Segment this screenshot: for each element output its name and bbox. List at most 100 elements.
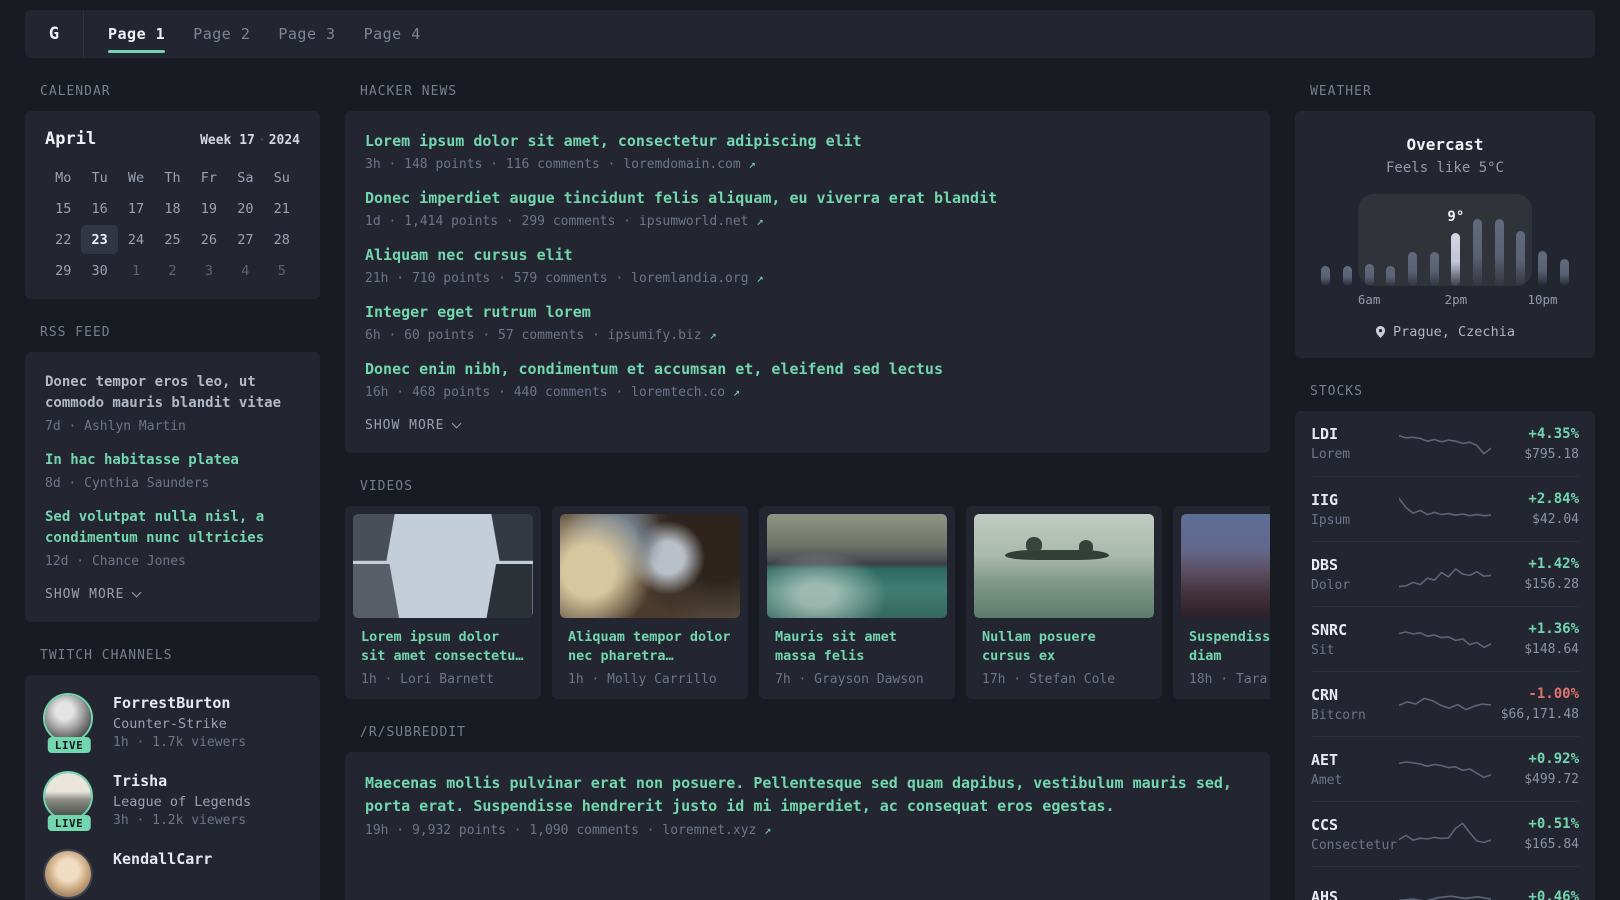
sparkline	[1399, 621, 1491, 657]
stock-values: +0.46%	[1491, 889, 1579, 900]
hn-item-title[interactable]: Aliquam nec cursus elit	[365, 245, 1250, 266]
stock-values: +2.84% $42.04	[1491, 491, 1579, 527]
hn-item-domain[interactable]: ipsumworld.net	[639, 214, 749, 229]
time-label: 2pm	[1444, 292, 1468, 307]
rss-item: Sed volutpat nulla nisl, a condimentum n…	[45, 507, 300, 569]
temp-bar-slot	[1337, 194, 1359, 286]
temp-bar-slot	[1358, 194, 1380, 286]
video-meta: 7h · Grayson Dawson	[775, 672, 924, 687]
stock-id: LDI Lorem	[1311, 425, 1399, 462]
show-more-label: SHOW MORE	[365, 418, 445, 433]
rss-item: In hac habitasse platea 8d · Cynthia Sau…	[45, 450, 300, 491]
day-header: Sa	[237, 169, 254, 186]
video-card[interactable]: Lorem ipsum dolor sit amet consectetu… 1…	[345, 506, 541, 699]
tab-page-1[interactable]: Page 1	[108, 10, 166, 58]
stock-change: +2.84%	[1528, 491, 1579, 507]
stock-price: $148.64	[1524, 642, 1579, 657]
stock-change: +0.46%	[1528, 888, 1579, 900]
stock-price: $156.28	[1524, 577, 1579, 592]
stock-name: Lorem	[1311, 447, 1351, 462]
reddit-post-title[interactable]: Maecenas mollis pulvinar erat non posuer…	[365, 772, 1250, 818]
reddit-post-meta: 19h · 9,932 points · 1,090 comments · lo…	[365, 823, 1250, 838]
weather-location: Prague, Czechia	[1311, 324, 1579, 340]
app-logo[interactable]: G	[25, 10, 83, 58]
meta-separator: ·	[615, 385, 624, 400]
twitch-channel[interactable]: LIVE ForrestBurton Counter-Strike 1h · 1…	[43, 693, 302, 753]
calendar-day-next-month: 3	[204, 262, 213, 279]
external-link-icon: ↗	[709, 328, 717, 342]
stock-values: +4.35% $795.18	[1491, 426, 1579, 462]
tab-page-2[interactable]: Page 2	[193, 10, 250, 58]
tab-page-3[interactable]: Page 3	[278, 10, 335, 58]
stock-row[interactable]: CCS Consectetur +0.51% $165.84	[1311, 801, 1579, 866]
hn-item: Donec enim nibh, condimentum et accumsan…	[365, 359, 1250, 400]
external-link-icon: ↗	[732, 385, 741, 399]
calendar-day: 20	[237, 200, 254, 217]
video-card[interactable]: Aliquam tempor dolor nec pharetra… 1h · …	[552, 506, 748, 699]
avatar-wrapper: LIVE	[43, 693, 95, 753]
right-column: WEATHER Overcast Feels like 5°C 9° 6am 2p…	[1295, 84, 1595, 900]
time-label: 10pm	[1527, 292, 1558, 307]
temp-bar-slot	[1488, 194, 1510, 286]
rss-item-title[interactable]: In hac habitasse platea	[45, 450, 300, 471]
calendar-day: 24	[127, 231, 145, 248]
hn-show-more-button[interactable]: SHOW MORE	[365, 418, 1250, 433]
video-card[interactable]: Nullam posuere cursus ex 17h · Stefan Co…	[966, 506, 1162, 699]
top-navbar: G Page 1 Page 2 Page 3 Page 4	[25, 10, 1595, 58]
calendar-day: 29	[55, 262, 72, 279]
hn-meta-text: 6h · 60 points · 57 comments	[365, 328, 585, 343]
hn-item-title[interactable]: Integer eget rutrum lorem	[365, 302, 1250, 323]
rss-label: RSS FEED	[40, 325, 111, 340]
temp-bar	[1516, 230, 1526, 286]
hn-item-domain[interactable]: loremlandia.org	[631, 271, 748, 286]
video-card[interactable]: Suspendisse diam 18h · Tara	[1173, 506, 1270, 699]
hn-item: Integer eget rutrum lorem 6h · 60 points…	[365, 302, 1250, 343]
weather-widget: WEATHER Overcast Feels like 5°C 9° 6am 2p…	[1295, 84, 1595, 358]
stock-values: +1.42% $156.28	[1491, 556, 1579, 592]
hn-meta-text: 3h · 148 points · 116 comments	[365, 157, 600, 172]
stock-id: AHS	[1311, 888, 1399, 900]
twitch-channel[interactable]: KendallCarr	[43, 849, 302, 900]
hn-item-domain[interactable]: loremdomain.com	[623, 157, 740, 172]
hn-item-title[interactable]: Donec enim nibh, condimentum et accumsan…	[365, 359, 1250, 380]
stock-row[interactable]: IIG Ipsum +2.84% $42.04	[1311, 476, 1579, 541]
temp-bar-slot	[1553, 194, 1575, 286]
stock-values: +0.92% $499.72	[1491, 751, 1579, 787]
stock-name: Bitcorn	[1311, 707, 1366, 723]
external-link-icon: ↗	[748, 157, 756, 171]
hn-item-title[interactable]: Lorem ipsum dolor sit amet, consectetur …	[365, 131, 1250, 152]
rss-item-title[interactable]: Donec tempor eros leo, ut commodo mauris…	[45, 372, 300, 414]
stock-row[interactable]: AET Amet +0.92% $499.72	[1311, 736, 1579, 801]
reddit-post-domain[interactable]: loremnet.xyz	[662, 823, 756, 838]
stock-change: +1.36%	[1528, 621, 1579, 637]
hn-item: Lorem ipsum dolor sit amet, consectetur …	[365, 131, 1250, 172]
temp-bar	[1343, 265, 1352, 286]
stock-row[interactable]: CRN Bitcorn -1.00% $66,171.48	[1311, 671, 1579, 736]
middle-column: HACKER NEWS Lorem ipsum dolor sit amet, …	[345, 84, 1270, 900]
calendar-day: 19	[200, 200, 218, 217]
stock-row[interactable]: SNRC Sit +1.36% $148.64	[1311, 606, 1579, 671]
hn-item-domain[interactable]: ipsumify.biz	[608, 328, 702, 343]
video-thumbnail	[560, 514, 740, 618]
stock-row[interactable]: DBS Dolor +1.42% $156.28	[1311, 541, 1579, 606]
video-card[interactable]: Mauris sit amet massa felis 7h · Grayson…	[759, 506, 955, 699]
stock-row[interactable]: LDI Lorem +4.35% $795.18	[1311, 411, 1579, 476]
tab-page-4[interactable]: Page 4	[364, 10, 421, 58]
channel-info: KendallCarr	[113, 849, 212, 900]
rss-show-more-button[interactable]: SHOW MORE	[45, 587, 300, 602]
rss-card: Donec tempor eros leo, ut commodo mauris…	[25, 352, 320, 622]
rss-item-title[interactable]: Sed volutpat nulla nisl, a condimentum n…	[45, 507, 300, 549]
temp-bar-slot	[1532, 194, 1554, 286]
twitch-channel[interactable]: LIVE Trisha League of Legends 3h · 1.2k …	[43, 771, 302, 831]
stock-row[interactable]: AHS +0.46%	[1311, 866, 1579, 900]
stock-name: Ipsum	[1311, 512, 1351, 528]
hn-item: Donec imperdiet augue tincidunt felis al…	[365, 188, 1250, 229]
calendar-day: 26	[200, 231, 218, 248]
temp-bar-slot	[1402, 194, 1424, 286]
calendar-day: 18	[164, 200, 181, 217]
stock-name: Consectetur	[1311, 837, 1398, 853]
stock-price: $66,171.48	[1500, 707, 1579, 722]
hn-item-domain[interactable]: loremtech.co	[631, 385, 725, 400]
hn-item-title[interactable]: Donec imperdiet augue tincidunt felis al…	[365, 188, 1250, 209]
weather-hourly-chart: 9°	[1315, 194, 1575, 286]
